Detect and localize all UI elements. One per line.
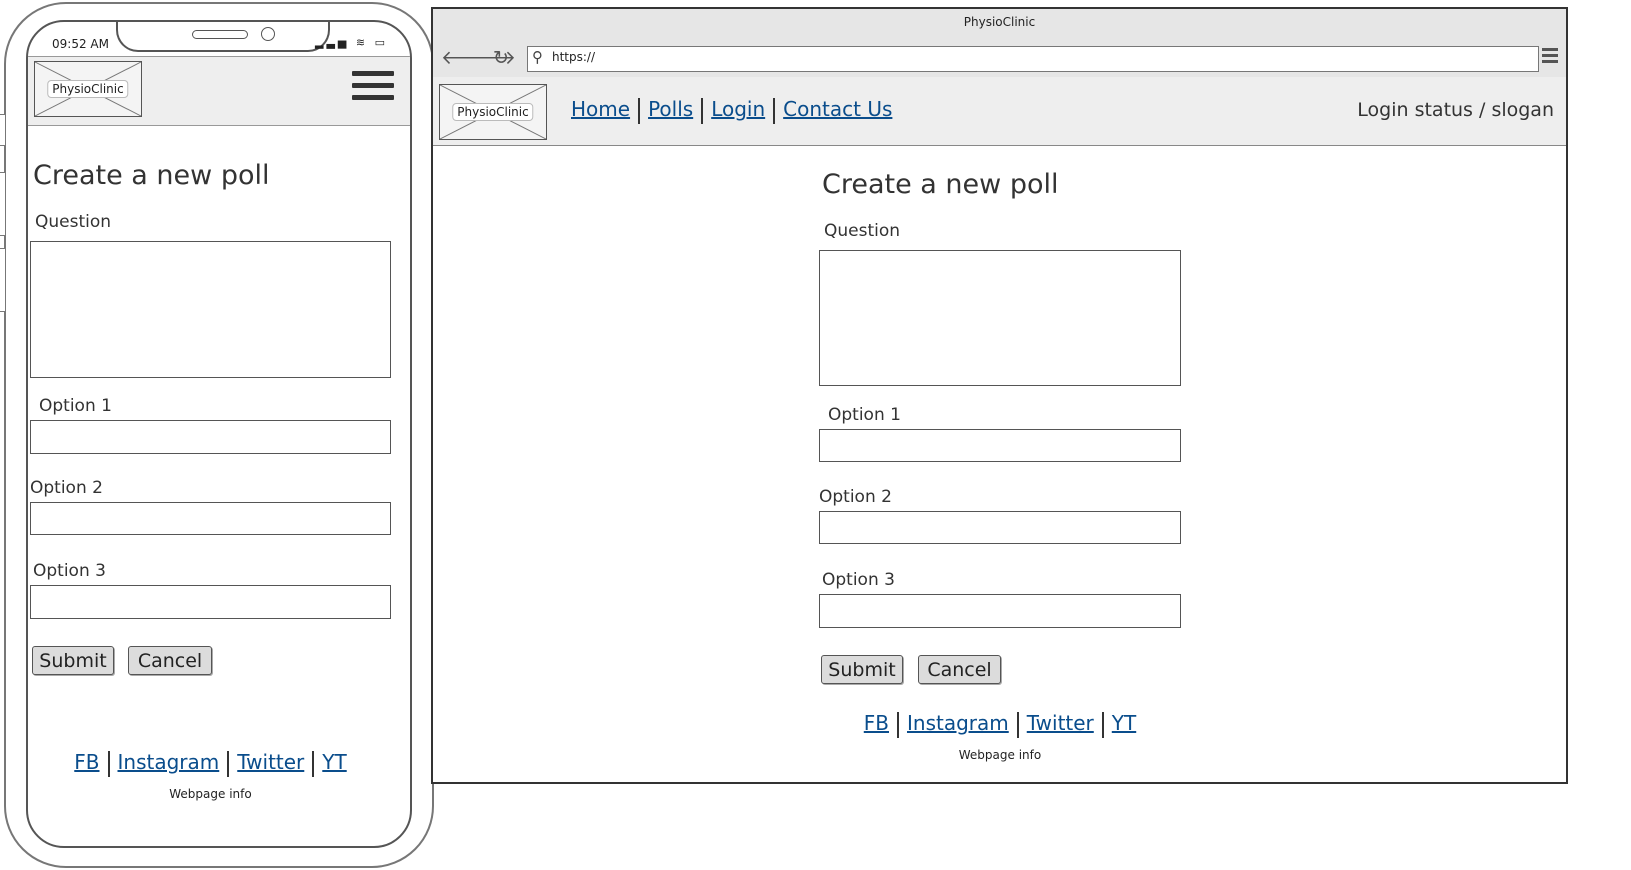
option1-input[interactable] — [819, 429, 1181, 462]
mobile-yt-link[interactable]: YT — [322, 750, 346, 774]
mobile-social-links: FB Instagram Twitter YT — [0, 750, 421, 777]
social-links: FB Instagram Twitter YT — [819, 711, 1181, 738]
site-logo[interactable]: PhysioClinic — [439, 84, 547, 140]
mobile-fb-link[interactable]: FB — [74, 750, 99, 774]
status-time: 09:52 AM — [52, 37, 109, 51]
mobile-option3-input[interactable] — [30, 585, 391, 619]
question-textarea[interactable] — [819, 250, 1181, 386]
nav-polls-link[interactable]: Polls — [648, 97, 693, 121]
cancel-button[interactable]: Cancel — [918, 655, 1001, 684]
browser-menu-icon[interactable] — [1542, 48, 1558, 66]
nav-home-link[interactable]: Home — [571, 97, 630, 121]
search-icon: ⚲ — [532, 48, 543, 66]
mobile-logo[interactable]: PhysioClinic — [34, 61, 142, 117]
yt-link[interactable]: YT — [1112, 711, 1136, 735]
phone-volume-down-button — [0, 248, 6, 312]
option1-label: Option 1 — [828, 405, 901, 425]
mobile-header: PhysioClinic — [28, 56, 410, 126]
mobile-webpage-info: Webpage info — [169, 787, 252, 801]
option3-label: Option 3 — [822, 570, 895, 590]
mobile-instagram-link[interactable]: Instagram — [118, 750, 220, 774]
address-bar[interactable]: ⚲ https:// — [527, 46, 1539, 72]
hamburger-menu-icon[interactable] — [352, 71, 394, 107]
phone-camera — [261, 27, 275, 41]
mobile-option2-label: Option 2 — [30, 478, 103, 498]
url-text[interactable]: https:// — [552, 50, 595, 64]
option2-input[interactable] — [819, 511, 1181, 544]
main-nav: Home Polls Login Contact Us — [571, 97, 892, 124]
mobile-option2-input[interactable] — [30, 502, 391, 535]
reload-icon[interactable]: ↻ — [493, 48, 509, 68]
nav-contact-link[interactable]: Contact Us — [783, 97, 892, 121]
instagram-link[interactable]: Instagram — [907, 711, 1009, 735]
mobile-page-title: Create a new poll — [33, 160, 270, 191]
webpage-info: Webpage info — [958, 748, 1042, 762]
phone-volume-up-button — [0, 172, 6, 236]
mobile-option3-label: Option 3 — [33, 561, 106, 581]
mobile-twitter-link[interactable]: Twitter — [237, 750, 304, 774]
mobile-cancel-button[interactable]: Cancel — [128, 646, 212, 675]
twitter-link[interactable]: Twitter — [1027, 711, 1094, 735]
mobile-question-label: Question — [35, 212, 112, 232]
submit-button[interactable]: Submit — [821, 655, 903, 684]
mobile-option1-input[interactable] — [30, 420, 391, 454]
page-title: Create a new poll — [822, 169, 1059, 200]
phone-speaker — [192, 30, 248, 39]
mobile-submit-button[interactable]: Submit — [32, 646, 114, 675]
phone-mute-button — [0, 114, 6, 146]
window-title: PhysioClinic — [433, 9, 1566, 40]
fb-link[interactable]: FB — [864, 711, 889, 735]
option3-input[interactable] — [819, 594, 1181, 628]
status-icons: ▂▃▅ ≋ ▭ — [315, 36, 388, 49]
mobile-option1-label: Option 1 — [39, 396, 112, 416]
site-logo-text: PhysioClinic — [452, 103, 534, 121]
option2-label: Option 2 — [819, 487, 892, 507]
mobile-question-textarea[interactable] — [30, 241, 391, 378]
site-header: PhysioClinic Home Polls Login Contact Us Lo… — [433, 77, 1566, 146]
nav-login-link[interactable]: Login — [711, 97, 765, 121]
question-label: Question — [824, 221, 901, 241]
browser-toolbar: 🡐 🡒 ↻ ⚲ https:// — [433, 39, 1566, 78]
mobile-logo-text: PhysioClinic — [47, 80, 129, 98]
login-status-slogan: Login status / slogan — [1357, 99, 1554, 121]
